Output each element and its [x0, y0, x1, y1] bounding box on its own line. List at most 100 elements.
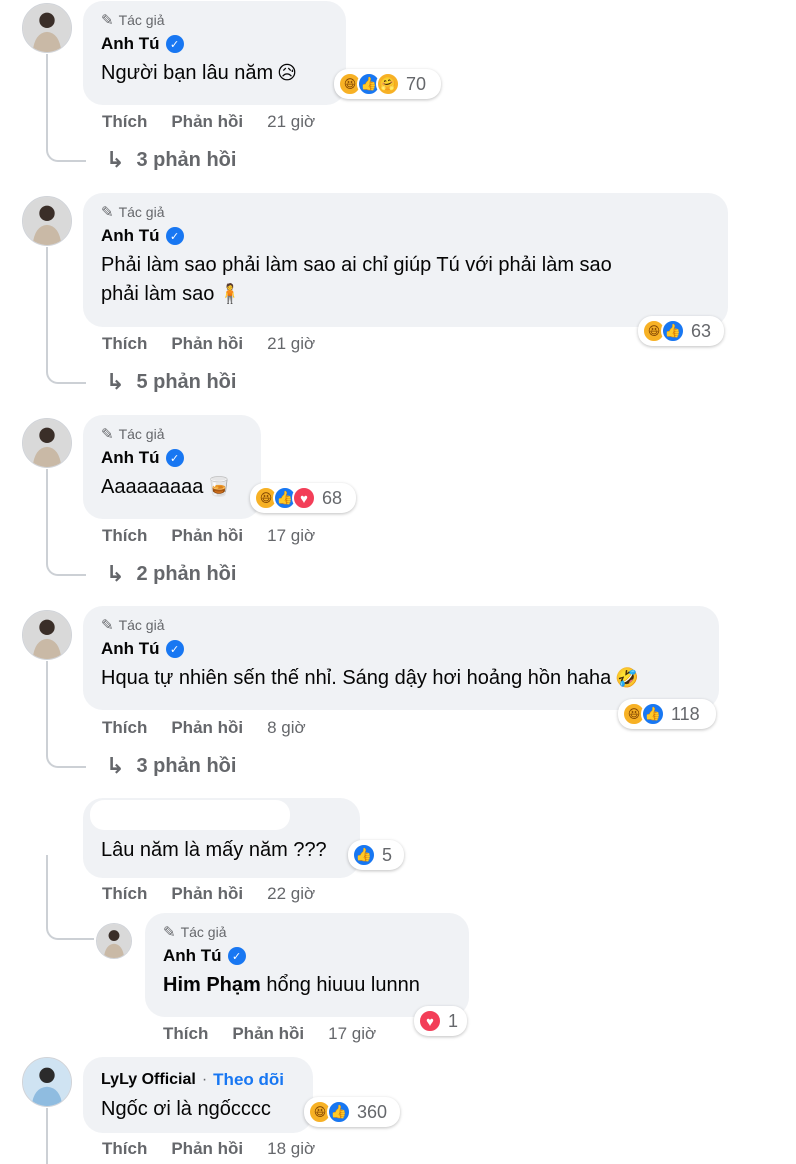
reaction-summary[interactable]: 😆 👍 63	[638, 316, 724, 346]
reply-text: Him Phạm hổng hiuuu lunnn	[163, 974, 420, 996]
like-reaction-icon: 👍	[352, 843, 376, 867]
avatar[interactable]	[22, 418, 72, 468]
reply-arrow-icon: ↳	[106, 561, 125, 586]
timestamp[interactable]: 22 giờ	[267, 884, 315, 904]
view-replies-button[interactable]: ↳ 5 phản hồi	[106, 369, 236, 395]
reaction-summary[interactable]: 👍 5	[348, 840, 404, 870]
like-reaction-icon: 👍	[661, 319, 685, 343]
reaction-count: 360	[357, 1101, 388, 1122]
thread-connector	[46, 247, 86, 384]
love-reaction-icon: ♥	[292, 486, 316, 510]
reaction-summary[interactable]: 😆 👍 🤗 70	[334, 69, 441, 99]
like-button[interactable]: Thích	[102, 718, 147, 738]
thread-connector	[46, 880, 94, 940]
pen-icon: ✎	[101, 617, 114, 634]
reaction-count: 5	[382, 844, 393, 865]
author-badge: ✎ Tác giả	[101, 204, 165, 221]
comment-author[interactable]: Anh Tú	[101, 639, 160, 659]
comment-bubble: ✎ Tác giả Anh Tú ✓ Người bạn lâu năm 😥	[83, 1, 346, 105]
reaction-count: 1	[448, 1010, 459, 1031]
pen-icon: ✎	[101, 12, 114, 29]
reaction-count: 63	[691, 320, 712, 341]
follow-button[interactable]: Theo dõi	[213, 1070, 284, 1090]
reply-button[interactable]: Phản hồi	[171, 334, 243, 354]
comment-author[interactable]: Anh Tú	[101, 226, 160, 246]
verified-icon: ✓	[227, 947, 246, 965]
comment-author[interactable]: Anh Tú	[101, 448, 160, 468]
thread-connector	[46, 661, 86, 768]
author-badge: ✎ Tác giả	[101, 12, 165, 29]
timestamp[interactable]: 17 giờ	[267, 526, 315, 546]
love-reaction-icon: ♥	[418, 1009, 442, 1033]
verified-icon: ✓	[165, 35, 184, 53]
reply-arrow-icon: ↳	[106, 369, 125, 394]
reaction-count: 70	[406, 73, 427, 94]
person-standing-emoji: 🧍	[218, 284, 243, 305]
comment-text: Hqua tự nhiên sến thế nhỉ. Sáng dậy hơi …	[101, 664, 701, 693]
pen-icon: ✎	[163, 924, 176, 941]
reply-button[interactable]: Phản hồi	[171, 1139, 243, 1159]
reply-button[interactable]: Phản hồi	[171, 112, 243, 132]
thread-connector	[46, 54, 86, 162]
comment-text: Phải làm sao phải làm sao ai chỉ giúp Tú…	[101, 251, 710, 309]
timestamp[interactable]: 18 giờ	[267, 1139, 315, 1159]
avatar[interactable]	[96, 923, 132, 959]
sad-face-emoji: 😥	[277, 63, 297, 84]
timestamp[interactable]: 21 giờ	[267, 334, 315, 354]
comment-bubble: ✎ Tác giả Anh Tú ✓ Hqua tự nhiên sến thế n…	[83, 606, 719, 710]
reply-button[interactable]: Phản hồi	[171, 718, 243, 738]
rofl-emoji: 🤣	[615, 668, 639, 689]
pen-icon: ✎	[101, 426, 114, 443]
pen-icon: ✎	[101, 204, 114, 221]
timestamp[interactable]: 17 giờ	[328, 1024, 376, 1044]
reply-arrow-icon: ↳	[106, 753, 125, 778]
view-replies-button[interactable]: ↳ 3 phản hồi	[106, 753, 236, 779]
comment-bubble: ✎ Tác giả Anh Tú ✓ Phải làm sao phải làm s…	[83, 193, 728, 327]
reaction-count: 118	[671, 703, 700, 724]
comment-author[interactable]: Anh Tú	[101, 34, 160, 54]
author-badge: ✎ Tác giả	[163, 924, 227, 941]
reaction-summary[interactable]: 😆 👍 118	[618, 699, 716, 729]
reaction-summary[interactable]: ♥ 1	[414, 1006, 467, 1036]
like-button[interactable]: Thích	[102, 1139, 147, 1159]
like-button[interactable]: Thích	[102, 526, 147, 546]
avatar[interactable]	[22, 196, 72, 246]
view-replies-button[interactable]: ↳ 2 phản hồi	[106, 561, 236, 587]
verified-icon: ✓	[165, 640, 184, 658]
reply-button[interactable]: Phản hồi	[232, 1024, 304, 1044]
reaction-summary[interactable]: 😆 👍 ♥ 68	[250, 483, 356, 513]
whiskey-glass-emoji: 🥃	[207, 477, 231, 498]
comment-text: Ngốc ơi là ngốcccc	[101, 1098, 271, 1120]
like-reaction-icon: 👍	[641, 702, 665, 726]
timestamp[interactable]: 21 giờ	[267, 112, 315, 132]
avatar[interactable]	[22, 1057, 72, 1107]
comment-text: Aaaaaaaaa 🥃	[101, 473, 243, 502]
like-button[interactable]: Thích	[102, 334, 147, 354]
like-button[interactable]: Thích	[163, 1024, 208, 1044]
comment-author[interactable]: LyLy Official	[101, 1071, 196, 1089]
view-replies-button[interactable]: ↳ 3 phản hồi	[106, 147, 236, 173]
redacted-author-name	[90, 800, 290, 830]
comment-text: Lâu năm là mấy năm ???	[101, 839, 327, 861]
like-button[interactable]: Thích	[102, 112, 147, 132]
reply-author[interactable]: Anh Tú	[163, 946, 222, 966]
comment-bubble: ✎ Tác giả Anh Tú ✓ Aaaaaaaaa 🥃	[83, 415, 261, 519]
avatar[interactable]	[22, 610, 72, 660]
reply-button[interactable]: Phản hồi	[171, 526, 243, 546]
verified-icon: ✓	[165, 449, 184, 467]
comment-text: Người bạn lâu năm 😥	[101, 59, 328, 88]
thread-connector	[46, 1108, 48, 1164]
avatar-redacted[interactable]	[22, 803, 72, 853]
reaction-summary[interactable]: 😆 👍 360	[304, 1097, 400, 1127]
reaction-count: 68	[322, 487, 343, 508]
reply-button[interactable]: Phản hồi	[171, 884, 243, 904]
reply-bubble: ✎ Tác giả Anh Tú ✓ Him Phạm hổng hiuuu lun…	[145, 913, 469, 1017]
avatar[interactable]	[22, 3, 72, 53]
author-badge: ✎ Tác giả	[101, 617, 165, 634]
like-button[interactable]: Thích	[102, 884, 147, 904]
like-reaction-icon: 👍	[327, 1100, 351, 1124]
mention-link[interactable]: Him Phạm	[163, 974, 261, 996]
verified-icon: ✓	[165, 227, 184, 245]
timestamp[interactable]: 8 giờ	[267, 718, 306, 738]
thread-connector	[46, 469, 86, 576]
